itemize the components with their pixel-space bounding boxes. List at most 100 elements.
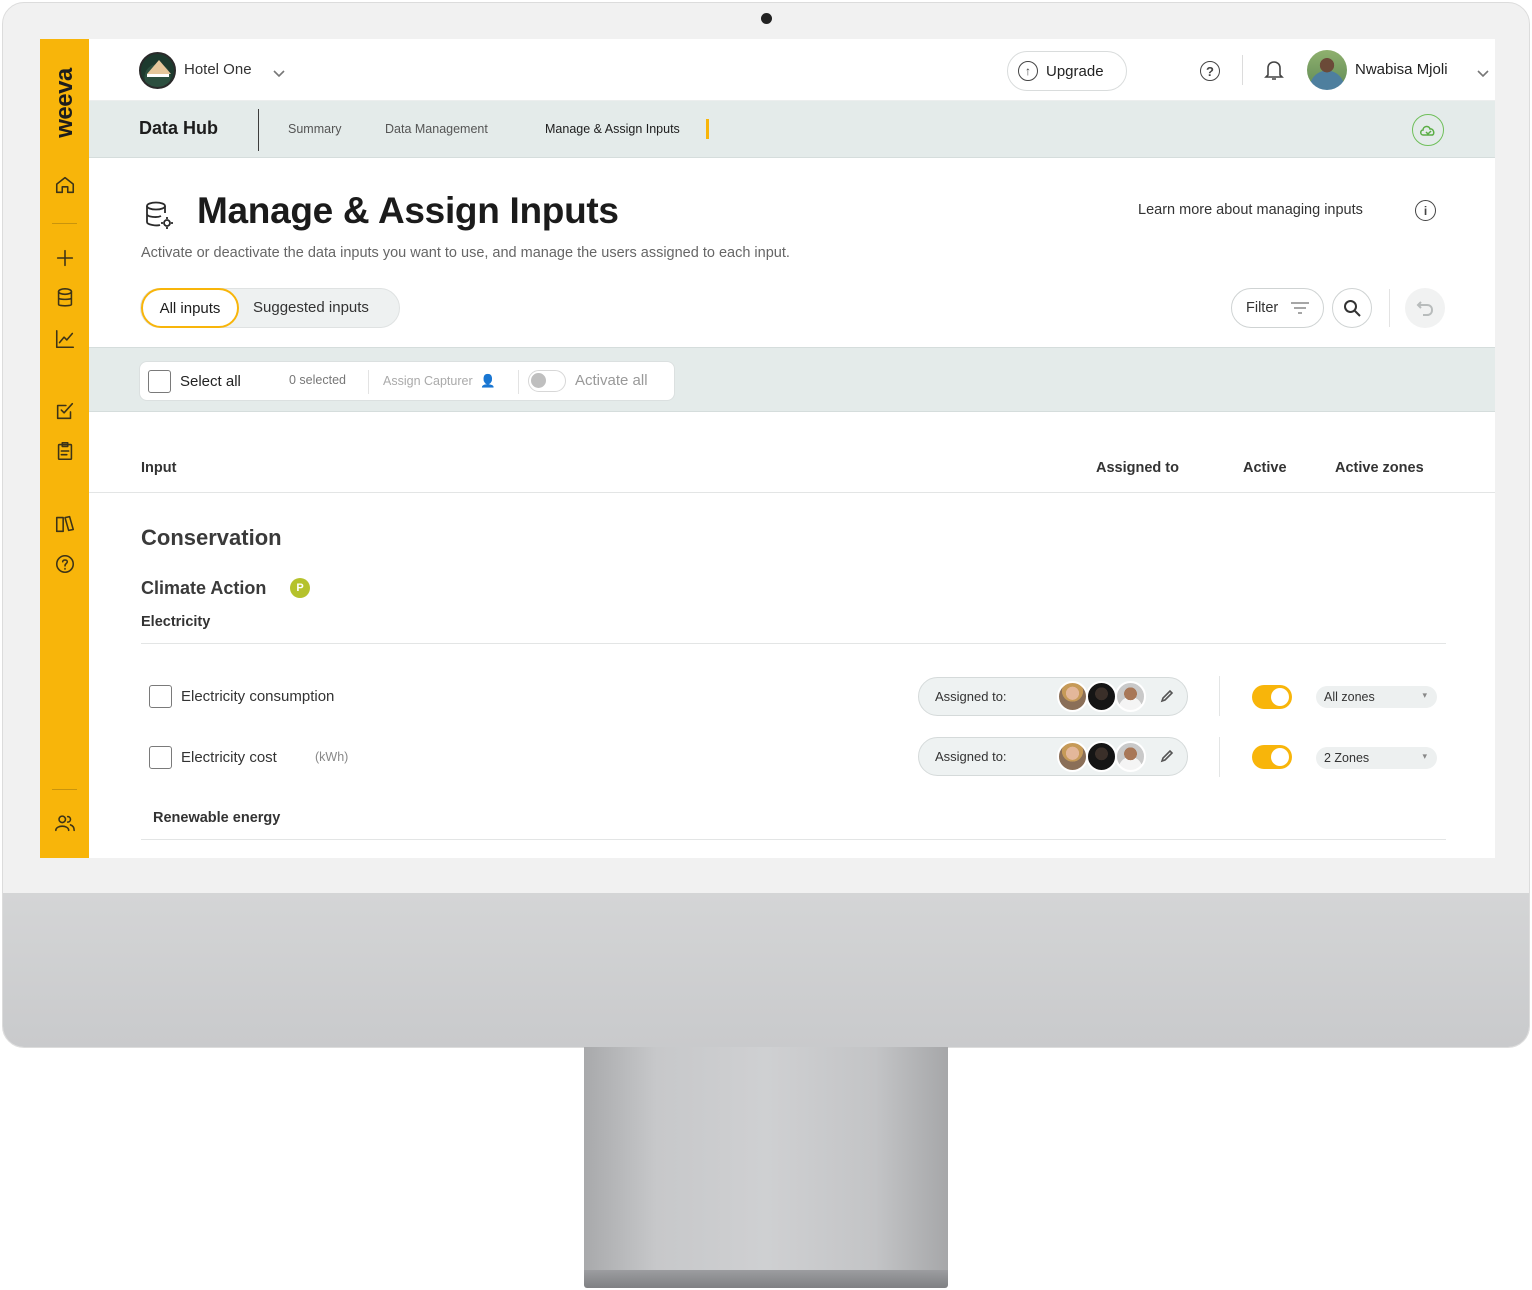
hotel-name[interactable]: Hotel One <box>184 61 252 78</box>
avatar <box>1086 741 1117 772</box>
zones-select[interactable]: 2 Zones ▾ <box>1316 747 1437 769</box>
select-all-checkbox[interactable] <box>148 370 171 393</box>
chevron-down-icon[interactable] <box>1477 65 1489 78</box>
clipboard-icon[interactable] <box>53 439 76 462</box>
tab-data-management[interactable]: Data Management <box>385 122 488 136</box>
add-user-icon: 👤 <box>480 374 496 388</box>
row-unit: (kWh) <box>315 750 349 764</box>
subnav: Data Hub Summary Data Management Manage … <box>89 101 1495 158</box>
page-subtitle: Activate or deactivate the data inputs y… <box>141 245 790 261</box>
avatar <box>1057 681 1088 712</box>
sidebar-divider <box>52 223 77 224</box>
assigned-users-pill[interactable]: Assigned to: <box>918 677 1188 716</box>
toolbar-divider <box>1389 289 1390 327</box>
learn-more-link[interactable]: Learn more about managing inputs <box>1138 202 1363 218</box>
category-badge: P <box>290 578 310 598</box>
sidebar: weeva <box>40 39 89 858</box>
info-icon[interactable]: i <box>1415 200 1436 221</box>
active-tab-marker <box>706 119 709 139</box>
group-divider <box>141 839 1446 840</box>
activate-all-toggle[interactable] <box>528 370 566 392</box>
header-divider <box>89 492 1495 493</box>
row-label: Electricity consumption <box>181 688 335 705</box>
undo-button[interactable] <box>1405 288 1445 328</box>
bell-icon[interactable] <box>1264 59 1284 81</box>
monitor-stand <box>584 1047 948 1273</box>
avatar <box>1115 741 1146 772</box>
search-icon <box>1344 300 1361 317</box>
search-button[interactable] <box>1332 288 1372 328</box>
topbar-divider <box>1242 55 1243 85</box>
group-title: Renewable energy <box>153 810 281 826</box>
database-icon[interactable] <box>53 286 76 309</box>
column-header-active-zones: Active zones <box>1335 460 1424 476</box>
help-icon[interactable] <box>53 552 76 575</box>
topbar: Hotel One ↑ Upgrade ? Nwabisa Mjoli <box>89 39 1495 101</box>
input-segment-control: All inputs Suggested inputs <box>140 288 400 328</box>
bulk-divider <box>518 370 519 394</box>
user-name[interactable]: Nwabisa Mjoli <box>1355 61 1448 78</box>
assign-capturer-button[interactable]: Assign Capturer 👤 <box>383 374 496 389</box>
cloud-sync-icon[interactable] <box>1412 114 1444 146</box>
tab-manage-assign-inputs[interactable]: Manage & Assign Inputs <box>545 122 680 136</box>
monitor-stand-foot <box>584 1270 948 1288</box>
hub-divider <box>258 109 259 151</box>
select-all-label[interactable]: Select all <box>180 373 241 390</box>
bulk-action-panel: Select all 0 selected Assign Capturer 👤 … <box>139 361 675 401</box>
group-title: Electricity <box>141 614 211 630</box>
activate-all-label: Activate all <box>575 372 648 389</box>
zones-select[interactable]: All zones ▾ <box>1316 686 1437 708</box>
column-header-input: Input <box>141 460 177 476</box>
filter-button[interactable]: Filter <box>1231 288 1324 328</box>
bulk-action-bar: Select all 0 selected Assign Capturer 👤 … <box>89 347 1495 412</box>
row-checkbox[interactable] <box>149 746 172 769</box>
selected-count: 0 selected <box>289 373 346 387</box>
pencil-icon[interactable] <box>1160 749 1174 763</box>
upgrade-button[interactable]: ↑ Upgrade <box>1007 51 1127 91</box>
tab-summary[interactable]: Summary <box>288 122 341 136</box>
weeva-logo[interactable]: weeva <box>45 61 85 145</box>
row-divider <box>1219 737 1220 777</box>
category-title: Climate Action <box>141 578 267 598</box>
assigned-users-pill[interactable]: Assigned to: <box>918 737 1188 776</box>
user-avatar[interactable] <box>1307 50 1347 90</box>
help-icon[interactable]: ? <box>1200 61 1220 81</box>
segment-all-inputs[interactable]: All inputs <box>141 288 239 328</box>
chevron-down-icon: ▾ <box>1422 690 1427 700</box>
chevron-down-icon: ▾ <box>1422 751 1427 761</box>
monitor-chin <box>3 893 1529 1047</box>
group-divider <box>141 643 1446 644</box>
checklist-icon[interactable] <box>53 399 76 422</box>
page-title: Manage & Assign Inputs <box>197 190 619 231</box>
hotel-avatar[interactable] <box>139 52 176 89</box>
arrow-up-icon: ↑ <box>1018 61 1038 81</box>
camera <box>761 13 772 24</box>
avatar <box>1115 681 1146 712</box>
book-icon[interactable] <box>53 512 76 535</box>
bulk-divider <box>368 370 369 394</box>
segment-suggested-inputs[interactable]: Suggested inputs <box>253 299 369 316</box>
screen: weeva Hotel One ↑ Upgrade ? Nwabisa Mjol… <box>40 39 1495 858</box>
avatar <box>1057 741 1088 772</box>
chart-icon[interactable] <box>53 327 76 350</box>
monitor-frame: weeva Hotel One ↑ Upgrade ? Nwabisa Mjol… <box>2 2 1530 1048</box>
plus-icon[interactable] <box>53 246 76 269</box>
chevron-down-icon[interactable] <box>273 65 285 78</box>
hub-title: Data Hub <box>139 118 219 138</box>
section-title: Conservation <box>141 525 282 550</box>
column-header-active: Active <box>1243 460 1287 476</box>
row-divider <box>1219 676 1220 716</box>
filter-icon <box>1291 302 1310 314</box>
row-checkbox[interactable] <box>149 685 172 708</box>
database-settings-icon <box>143 200 175 230</box>
row-label: Electricity cost <box>181 749 277 766</box>
avatar <box>1086 681 1117 712</box>
active-toggle[interactable] <box>1252 745 1292 769</box>
active-toggle[interactable] <box>1252 685 1292 709</box>
pencil-icon[interactable] <box>1160 689 1174 703</box>
undo-icon <box>1416 301 1434 316</box>
sidebar-divider <box>52 789 77 790</box>
column-header-assigned-to: Assigned to <box>1096 460 1179 476</box>
home-icon[interactable] <box>53 173 76 196</box>
users-icon[interactable] <box>53 811 76 834</box>
